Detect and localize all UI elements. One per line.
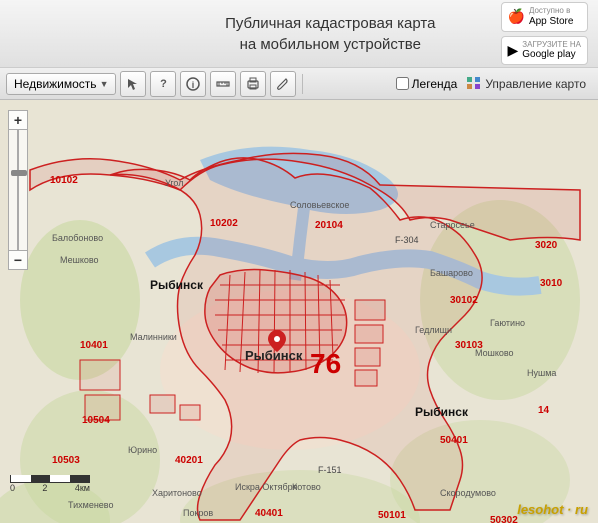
apple-icon: 🍎 — [508, 8, 525, 25]
legend-control: Легенда — [396, 77, 458, 91]
wrench-icon — [276, 77, 290, 91]
scale-label-0: 0 — [10, 483, 15, 493]
title-line1: Публичная кадастровая карта — [160, 13, 501, 34]
scale-label-2: 2 — [42, 483, 47, 493]
googleplay-text: ЗАГРУЗИТЕ НА Google play — [522, 40, 581, 62]
manage-grid-icon — [467, 77, 481, 91]
property-dropdown[interactable]: Недвижимость ▼ — [6, 73, 116, 95]
available-label: Доступно в — [529, 6, 573, 16]
zoom-out-button[interactable]: − — [8, 250, 28, 270]
appstore-text: Доступно в App Store — [529, 6, 573, 28]
map-container[interactable]: 1010210202201043010230103104011050410503… — [0, 100, 598, 523]
scale-labels: 0 2 4км — [10, 483, 90, 493]
question-icon: ? — [160, 78, 167, 90]
ruler-icon — [216, 77, 230, 91]
toolbar-separator — [302, 74, 303, 94]
app-badges: 🍎 Доступно в App Store ▶ ЗАГРУЗИТЕ НА Go… — [501, 2, 589, 65]
googleplay-badge[interactable]: ▶ ЗАГРУЗИТЕ НА Google play — [501, 36, 589, 66]
wrench-tool[interactable] — [270, 71, 296, 97]
scale-seg-1 — [11, 475, 31, 482]
scale-bar: 0 2 4км — [10, 475, 90, 493]
zoom-track — [17, 130, 19, 250]
manage-map-button[interactable]: Управление карто — [461, 75, 592, 93]
info-tool[interactable]: i — [180, 71, 206, 97]
region-number-large: 76 — [310, 348, 341, 380]
manage-label: Управление карто — [485, 77, 586, 91]
header-title: Публичная кадастровая карта на мобильном… — [160, 13, 501, 55]
scale-seg-3 — [50, 475, 70, 482]
cursor-icon — [126, 77, 140, 91]
watermark: lesohot · ru — [517, 502, 588, 517]
scale-label-4km: 4км — [75, 483, 90, 493]
legend-checkbox[interactable] — [396, 77, 409, 90]
location-pin — [268, 330, 286, 352]
appstore-badge[interactable]: 🍎 Доступно в App Store — [501, 2, 589, 32]
measure-tool[interactable] — [210, 71, 236, 97]
cursor-tool[interactable] — [120, 71, 146, 97]
print-tool[interactable] — [240, 71, 266, 97]
question-tool[interactable]: ? — [150, 71, 176, 97]
scale-seg-2 — [31, 475, 51, 482]
scale-ruler — [10, 475, 90, 483]
googleplay-label: Google play — [522, 49, 575, 60]
zoom-in-button[interactable]: + — [8, 110, 28, 130]
zoom-handle[interactable] — [11, 170, 27, 176]
dropdown-arrow-icon: ▼ — [100, 79, 109, 89]
header: Публичная кадастровая карта на мобильном… — [0, 0, 598, 68]
load-label: ЗАГРУЗИТЕ НА — [522, 40, 581, 50]
zoom-slider[interactable] — [8, 130, 28, 250]
print-icon — [246, 77, 260, 91]
info-icon: i — [186, 77, 200, 91]
svg-text:i: i — [192, 80, 195, 90]
scale-seg-4 — [70, 475, 90, 482]
play-icon: ▶ — [508, 42, 519, 59]
dropdown-label: Недвижимость — [14, 77, 97, 91]
zoom-controls: + − — [8, 110, 28, 270]
title-line2: на мобильном устройстве — [160, 34, 501, 55]
map-svg — [0, 100, 598, 523]
toolbar: Недвижимость ▼ ? i — [0, 68, 598, 100]
appstore-label: App Store — [529, 16, 573, 27]
legend-label: Легенда — [412, 77, 458, 91]
